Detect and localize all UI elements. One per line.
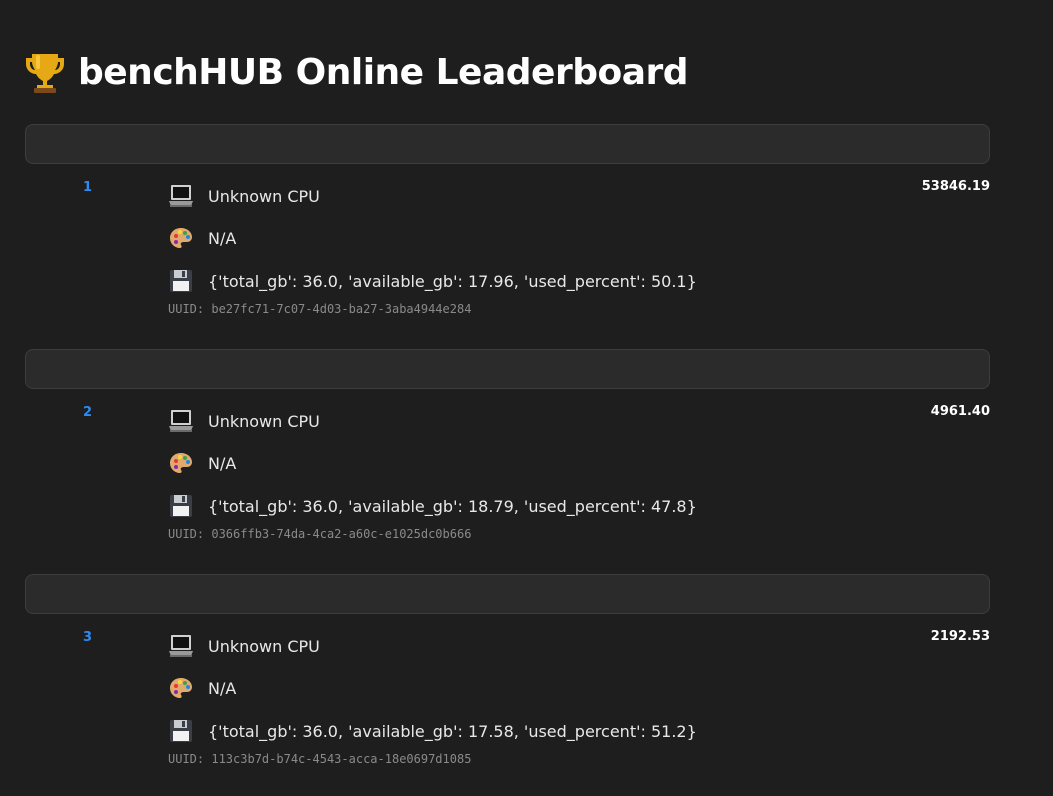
entry-header-bar[interactable] [25, 349, 990, 389]
gpu-name: N/A [208, 678, 237, 698]
palette-icon [170, 228, 192, 248]
rank-number: 1 [83, 180, 93, 195]
laptop-icon [169, 635, 193, 657]
gpu-name: N/A [208, 453, 237, 473]
cpu-row: Unknown CPU [168, 632, 320, 660]
entry-details: 1 53846.19 Unknown CPU N/A {'total_gb': … [25, 164, 990, 348]
cpu-name: Unknown CPU [208, 636, 320, 656]
cpu-name: Unknown CPU [208, 186, 320, 206]
cpu-row: Unknown CPU [168, 182, 320, 210]
cpu-row: Unknown CPU [168, 407, 320, 435]
entry-header-bar[interactable] [25, 124, 990, 164]
leaderboard-entry: 1 53846.19 Unknown CPU N/A {'total_gb': … [25, 124, 990, 348]
memory-row: {'total_gb': 36.0, 'available_gb': 17.96… [168, 267, 697, 295]
score-value: 4961.40 [930, 404, 990, 419]
gpu-row: N/A [168, 224, 236, 252]
leaderboard-page: benchHUB Online Leaderboard 1 53846.19 U… [0, 0, 1053, 796]
uuid-label: UUID: 113c3b7d-b74c-4543-acca-18e0697d10… [168, 752, 472, 766]
palette-icon [170, 678, 192, 698]
score-value: 2192.53 [930, 629, 990, 644]
trophy-icon [26, 54, 64, 93]
memory-row: {'total_gb': 36.0, 'available_gb': 18.79… [168, 492, 697, 520]
rank-number: 2 [83, 405, 93, 420]
floppy-disk-icon [170, 495, 192, 517]
rank-number: 3 [83, 630, 93, 645]
cpu-name: Unknown CPU [208, 411, 320, 431]
gpu-name: N/A [208, 228, 237, 248]
laptop-icon [169, 185, 193, 207]
memory-info: {'total_gb': 36.0, 'available_gb': 17.96… [208, 271, 697, 291]
palette-icon [170, 453, 192, 473]
floppy-disk-icon [170, 270, 192, 292]
floppy-disk-icon [170, 720, 192, 742]
page-title-text: benchHUB Online Leaderboard [78, 51, 689, 93]
uuid-label: UUID: 0366ffb3-74da-4ca2-a60c-e1025dc0b6… [168, 527, 472, 541]
entry-details: 2 4961.40 Unknown CPU N/A {'total_gb': 3… [25, 389, 990, 573]
gpu-row: N/A [168, 674, 236, 702]
score-value: 53846.19 [921, 179, 990, 194]
gpu-row: N/A [168, 449, 236, 477]
page-title: benchHUB Online Leaderboard [24, 46, 689, 98]
entry-details: 3 2192.53 Unknown CPU N/A {'total_gb': 3… [25, 614, 990, 796]
laptop-icon [169, 410, 193, 432]
leaderboard-entry: 3 2192.53 Unknown CPU N/A {'total_gb': 3… [25, 574, 990, 796]
leaderboard-entry: 2 4961.40 Unknown CPU N/A {'total_gb': 3… [25, 349, 990, 573]
memory-row: {'total_gb': 36.0, 'available_gb': 17.58… [168, 717, 697, 745]
memory-info: {'total_gb': 36.0, 'available_gb': 18.79… [208, 496, 697, 516]
entry-header-bar[interactable] [25, 574, 990, 614]
memory-info: {'total_gb': 36.0, 'available_gb': 17.58… [208, 721, 697, 741]
uuid-label: UUID: be27fc71-7c07-4d03-ba27-3aba4944e2… [168, 302, 472, 316]
